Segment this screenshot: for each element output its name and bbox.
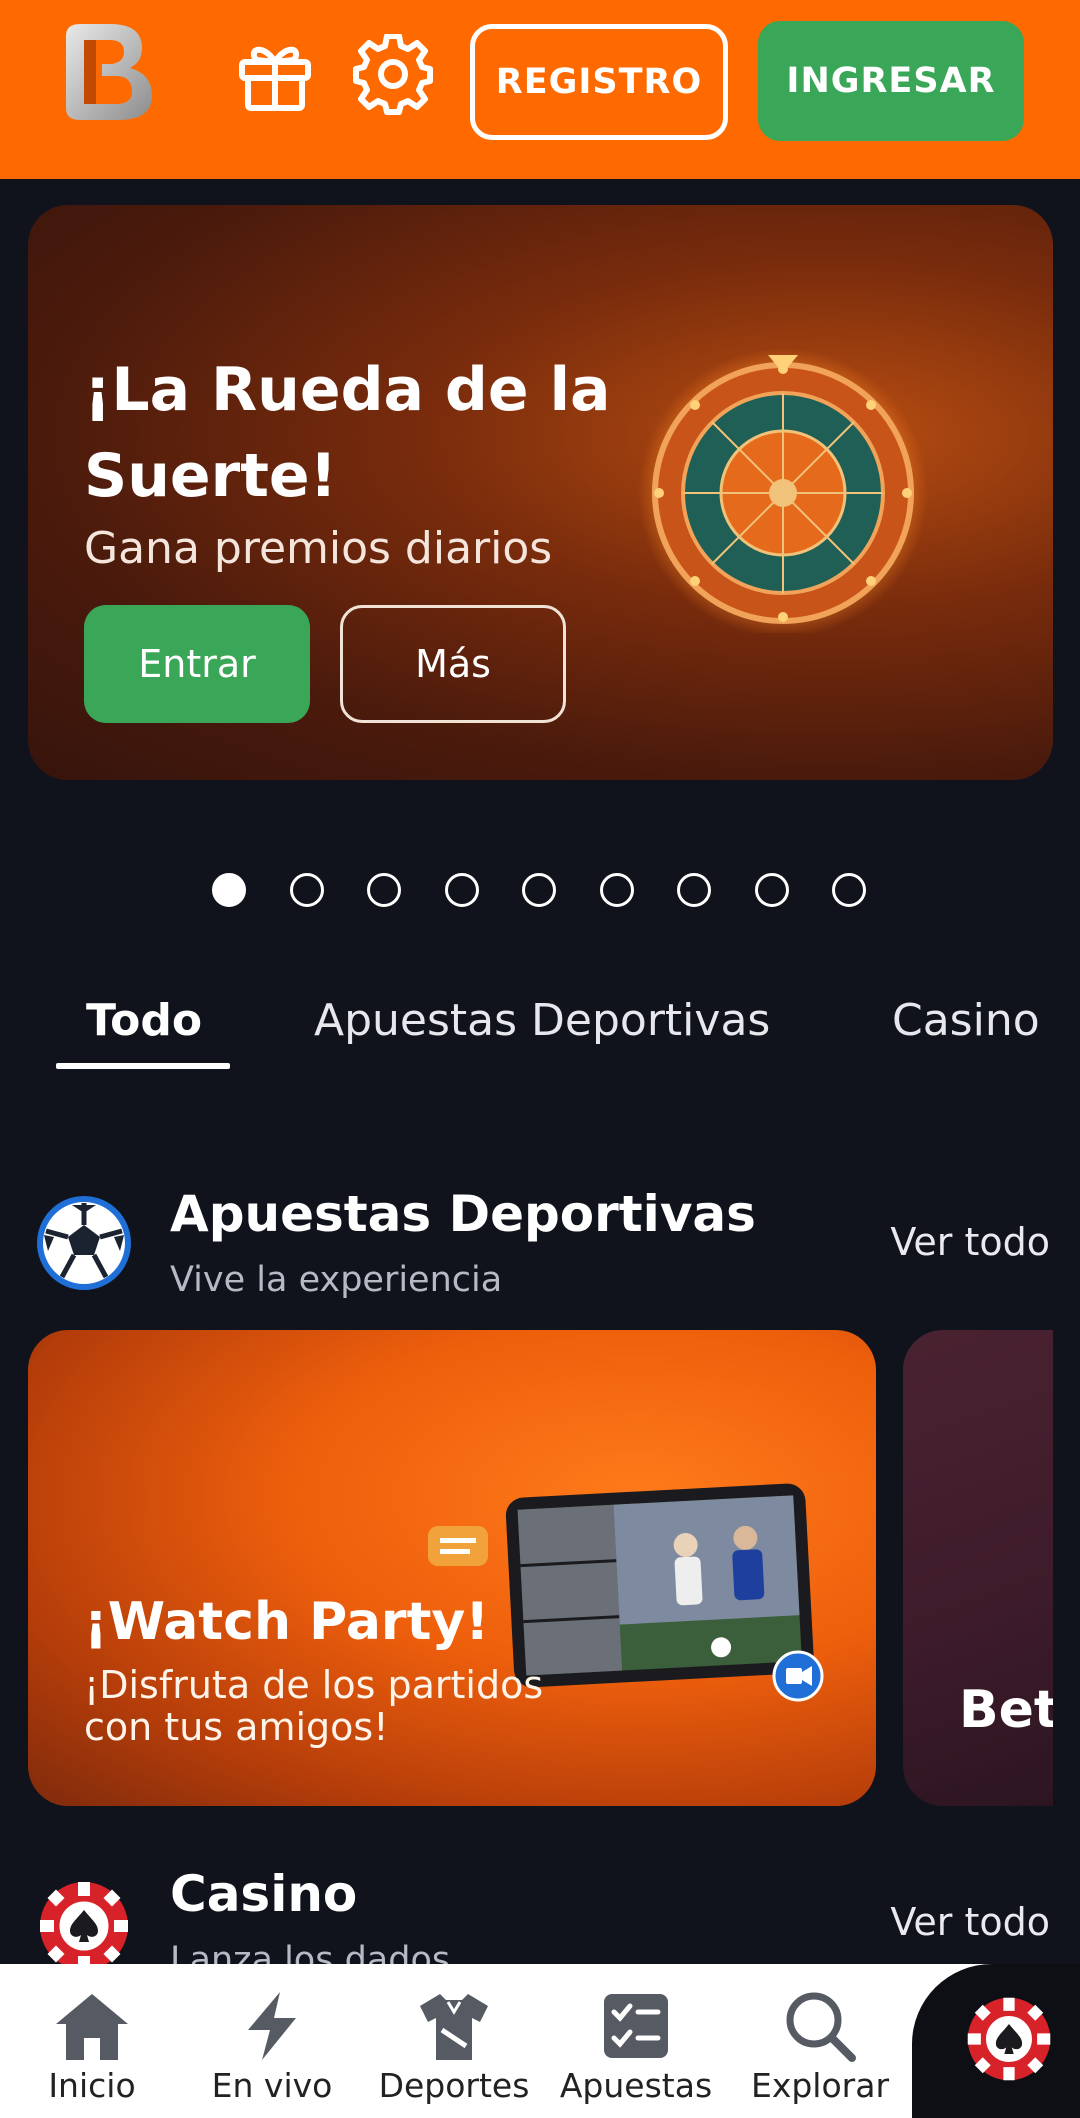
nav-item-inicio[interactable]: Inicio bbox=[2, 1964, 182, 2118]
home-icon bbox=[56, 1994, 128, 2060]
tab-casino[interactable]: Casino bbox=[892, 995, 1040, 1046]
carousel-dot[interactable] bbox=[522, 873, 556, 907]
watch-party-subtitle: ¡Disfruta de los partidos con tus amigos… bbox=[84, 1663, 544, 1749]
section-subtitle-sports: Vive la experiencia bbox=[170, 1260, 503, 1300]
nav-label-deportes: Deportes bbox=[378, 2066, 530, 2105]
nav-item-deportes[interactable]: Deportes bbox=[364, 1964, 544, 2118]
tab-apuestas-deportivas[interactable]: Apuestas Deportivas bbox=[314, 995, 770, 1046]
bet-card-title: Bet bbox=[959, 1680, 1053, 1740]
nav-item-apuestas[interactable]: Apuestas bbox=[546, 1964, 726, 2118]
carousel-dot[interactable] bbox=[444, 873, 479, 907]
carousel-dot[interactable] bbox=[677, 873, 711, 907]
promo-card-watch-party[interactable]: ¡Watch Party! ¡Disfruta de los partidos … bbox=[28, 1330, 876, 1806]
casino-chip-icon bbox=[36, 1878, 132, 1974]
carousel-dot[interactable] bbox=[599, 873, 634, 907]
soccer-ball-icon bbox=[36, 1195, 132, 1291]
nav-label-explorar: Explorar bbox=[750, 2066, 890, 2105]
hero-subtitle: Gana premios diarios bbox=[84, 523, 553, 574]
nav-label-inicio: Inicio bbox=[48, 2066, 136, 2105]
fortune-wheel-illustration bbox=[638, 348, 928, 633]
carousel-dot[interactable] bbox=[212, 873, 246, 907]
tab-todo[interactable]: Todo bbox=[86, 995, 202, 1046]
casino-chip-icon bbox=[967, 1997, 1051, 2081]
more-button[interactable]: Más bbox=[340, 605, 566, 723]
carousel-indicator bbox=[0, 873, 1080, 909]
enter-button[interactable]: Entrar bbox=[84, 605, 310, 723]
promo-card-bet[interactable]: Bet bbox=[903, 1330, 1053, 1806]
carousel-dot[interactable] bbox=[289, 873, 324, 907]
hero-banner[interactable]: ¡La Rueda de la Suerte! Gana premios dia… bbox=[28, 205, 1053, 780]
login-button[interactable]: INGRESAR bbox=[758, 21, 1024, 141]
top-header: REGISTRO INGRESAR bbox=[0, 0, 1080, 179]
section-title-casino: Casino bbox=[170, 1865, 358, 1923]
register-button[interactable]: REGISTRO bbox=[470, 24, 728, 140]
section-title-sports: Apuestas Deportivas bbox=[170, 1185, 756, 1243]
watch-party-title: ¡Watch Party! bbox=[84, 1592, 490, 1652]
nav-item-en-vivo[interactable]: En vivo bbox=[182, 1964, 362, 2118]
see-all-sports-link[interactable]: Ver todo bbox=[890, 1220, 1050, 1264]
casino-shortcut-button[interactable] bbox=[912, 1964, 1080, 2118]
gift-icon[interactable] bbox=[234, 34, 316, 116]
nav-item-explorar[interactable]: Explorar bbox=[730, 1964, 910, 2118]
brand-logo[interactable] bbox=[52, 16, 162, 126]
nav-label-apuestas: Apuestas bbox=[559, 2066, 713, 2105]
nav-label-en-vivo: En vivo bbox=[211, 2066, 333, 2105]
active-tab-indicator bbox=[56, 1063, 230, 1069]
hero-title: ¡La Rueda de la Suerte! bbox=[84, 355, 611, 511]
lightning-icon bbox=[248, 1992, 296, 2060]
jersey-icon bbox=[420, 1994, 488, 2060]
gear-icon[interactable] bbox=[352, 33, 434, 116]
carousel-dot[interactable] bbox=[832, 873, 866, 907]
betslip-icon bbox=[604, 1994, 668, 2058]
carousel-dot[interactable] bbox=[367, 873, 401, 907]
see-all-casino-link[interactable]: Ver todo bbox=[890, 1900, 1050, 1944]
search-icon bbox=[786, 1992, 856, 2062]
carousel-dot[interactable] bbox=[754, 873, 789, 907]
